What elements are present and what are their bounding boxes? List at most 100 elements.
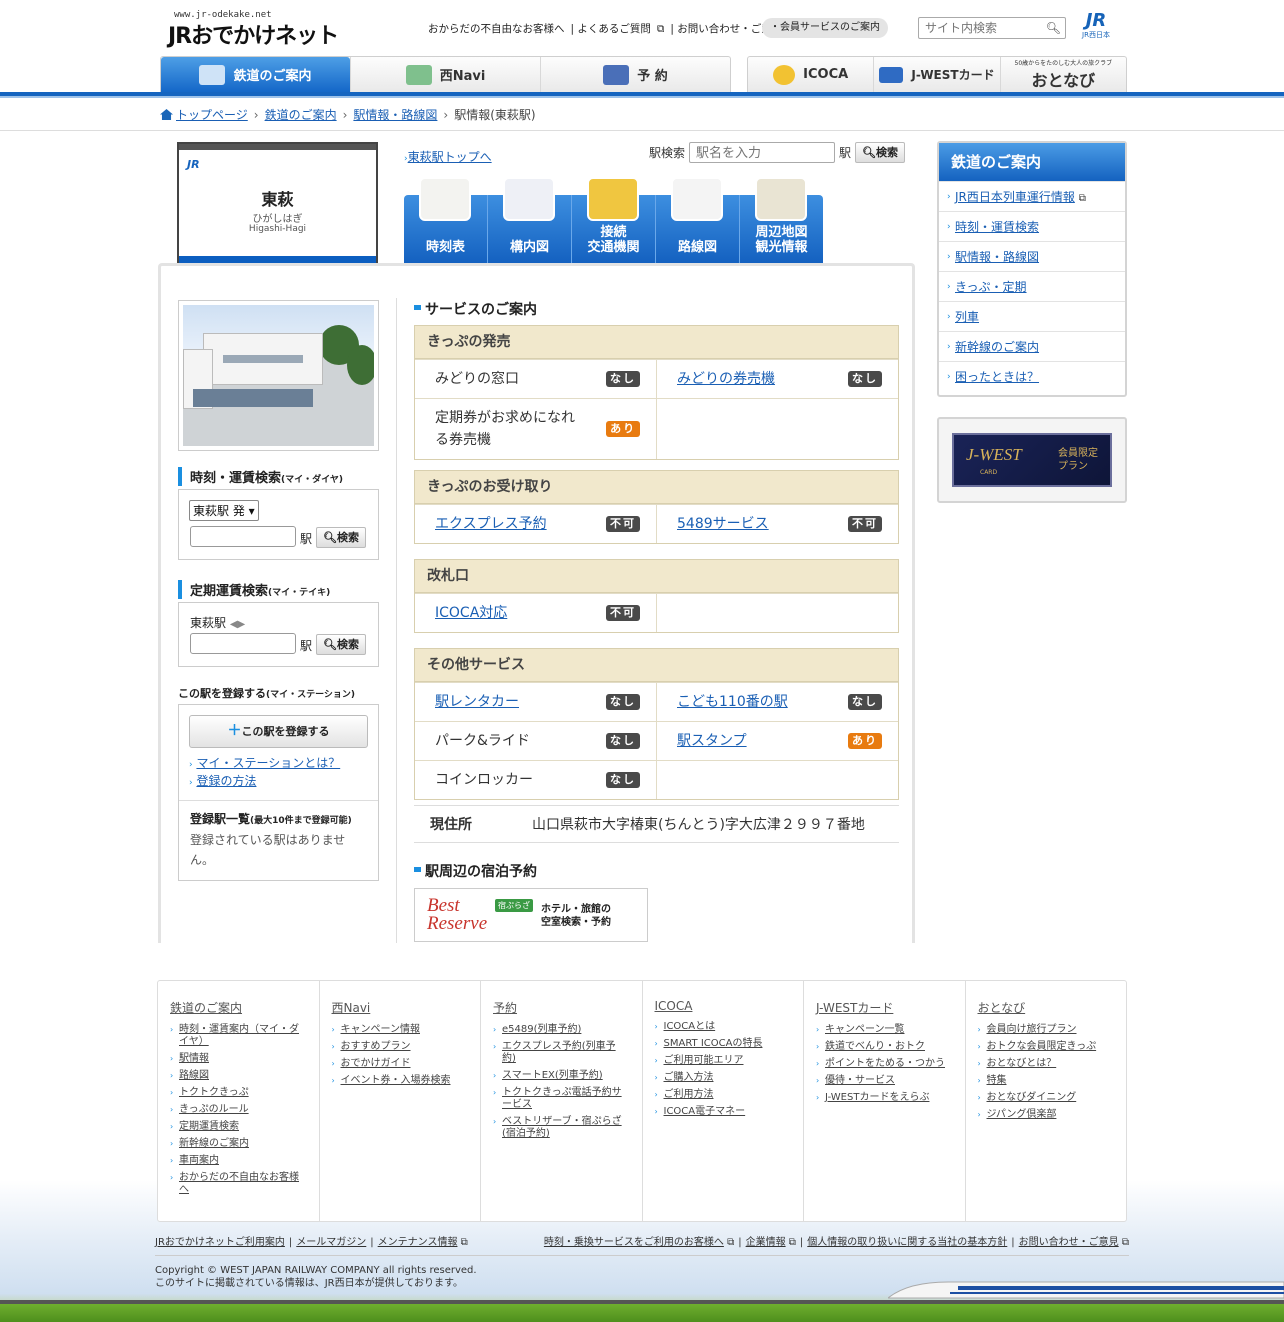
fare-destination-input[interactable] — [190, 526, 296, 547]
footer-column-title[interactable]: 西Navi — [332, 999, 481, 1016]
service-link[interactable]: 駅スタンプ — [677, 733, 747, 749]
footer-link[interactable]: › ご利用方法 — [655, 1089, 804, 1101]
tab-floor-map[interactable]: 構内図 — [487, 177, 571, 263]
swap-icon[interactable]: ◀▶ — [230, 619, 245, 630]
pass-search-button[interactable]: 🔍︎検索 — [316, 634, 366, 655]
footer-link[interactable]: › 会員向け旅行プラン — [978, 1024, 1127, 1036]
footer-link[interactable]: › イベント券・入場券検索 — [332, 1075, 481, 1087]
service-link[interactable]: ICOCA対応 — [435, 605, 507, 621]
footer-link[interactable]: › スマートEX(列車予約) — [493, 1070, 642, 1082]
tab-connections[interactable]: 接続 交通機関 — [571, 177, 655, 263]
footer-link[interactable]: › ご購入方法 — [655, 1072, 804, 1084]
footer-column-title[interactable]: おとなび — [978, 999, 1127, 1016]
my-station-link[interactable]: › マイ・ステーションとは？ — [189, 754, 340, 771]
footer-link[interactable]: › 駅情報 — [170, 1053, 319, 1065]
station-search-button[interactable]: 🔍︎検索 — [855, 142, 905, 163]
footer-link[interactable]: › 優待・サービス — [816, 1075, 965, 1087]
arrow-icon: › — [977, 1042, 981, 1051]
nav-reserve[interactable]: 予 約 — [540, 57, 730, 92]
footer-link[interactable]: › きっぷのルール — [170, 1104, 319, 1116]
register-station-button[interactable]: ＋この駅を登録する — [189, 715, 368, 748]
breadcrumb-railway[interactable]: 鉄道のご案内 — [265, 108, 337, 122]
footer-link[interactable]: › ジパング倶楽部 — [978, 1109, 1127, 1121]
tab-timetable[interactable]: 時刻表 — [404, 177, 487, 263]
footer-guide-link[interactable]: JRおでかけネットご利用案内 — [155, 1237, 285, 1248]
service-link[interactable]: みどりの券売機 — [677, 371, 775, 387]
footer-link[interactable]: › 新幹線のご案内 — [170, 1138, 319, 1150]
footer-link[interactable]: › ベストリザーブ・宿ぷらざ(宿泊予約) — [493, 1116, 642, 1140]
right-menu-item[interactable]: › 困ったときは？ — [939, 361, 1125, 391]
util-link-faq[interactable]: よくあるご質問 — [577, 23, 651, 35]
footer-link[interactable]: › e5489(列車予約) — [493, 1024, 642, 1036]
footer-link[interactable]: › SMART ICOCAの特長 — [655, 1038, 804, 1050]
register-how-link[interactable]: › 登録の方法 — [189, 772, 256, 789]
search-icon[interactable]: 🔍︎ — [1046, 21, 1061, 35]
footer-mail-link[interactable]: メールマガジン — [296, 1237, 366, 1248]
member-services-button[interactable]: ・会員サービスのご案内 — [762, 18, 888, 38]
footer-column-title[interactable]: 鉄道のご案内 — [170, 999, 319, 1016]
footer-link[interactable]: › 路線図 — [170, 1070, 319, 1082]
footer-link[interactable]: › 鉄道でべんり・おトク — [816, 1041, 965, 1053]
right-menu-item[interactable]: › 新幹線のご案内 — [939, 331, 1125, 361]
footer-link[interactable]: › おでかけガイド — [332, 1058, 481, 1070]
service-coin-locker: コインロッカー なし — [415, 761, 656, 799]
service-link[interactable]: エクスプレス予約 — [435, 516, 547, 532]
footer-transfer-link[interactable]: 時刻・乗換サービスをご利用のお客様へ — [544, 1237, 724, 1248]
service-link[interactable]: 5489サービス — [677, 516, 769, 532]
footer-link[interactable]: › 車両案内 — [170, 1155, 319, 1167]
footer-link[interactable]: › エクスプレス予約(列車予約) — [493, 1041, 642, 1065]
nav-icoca[interactable]: ICOCA — [748, 57, 873, 92]
footer-privacy-link[interactable]: 個人情報の取り扱いに関する当社の基本方針 — [807, 1237, 1007, 1248]
right-menu-item[interactable]: › 駅情報・路線図 — [939, 241, 1125, 271]
footer-link[interactable]: › トクトクきっぷ — [170, 1087, 319, 1099]
footer-link[interactable]: › おとなびとは？ — [978, 1058, 1127, 1070]
service-link[interactable]: 駅レンタカー — [435, 694, 519, 710]
right-menu-item[interactable]: › JR西日本列車運行情報 ⧉ — [939, 181, 1125, 211]
util-link-accessibility[interactable]: おからだの不自由なお客様へ — [428, 23, 565, 35]
footer-column-title[interactable]: ICOCA — [655, 999, 804, 1013]
site-logo[interactable]: JRおでかけネット — [168, 18, 339, 50]
footer-link[interactable]: › J-WESTカードをえらぶ — [816, 1092, 965, 1104]
site-search-input[interactable] — [919, 18, 1039, 38]
fare-search-button[interactable]: 🔍︎検索 — [316, 527, 366, 548]
nav-jwest-card[interactable]: J-WESTカード — [873, 57, 999, 92]
footer-link-label: 車両案内 — [179, 1155, 219, 1166]
footer-link[interactable]: › おとなびダイニング — [978, 1092, 1127, 1104]
footer-column-title[interactable]: J-WESTカード — [816, 999, 965, 1016]
footer-link[interactable]: › キャンペーン情報 — [332, 1024, 481, 1036]
nav-railway[interactable]: 鉄道のご案内 — [161, 57, 350, 92]
right-menu-item[interactable]: › 時刻・運賃検索 — [939, 211, 1125, 241]
nav-nishinavi[interactable]: 西Navi — [350, 57, 540, 92]
right-menu-item[interactable]: › 列車 — [939, 301, 1125, 331]
tab-area-map[interactable]: 周辺地図 観光情報 — [739, 177, 823, 263]
pass-destination-input[interactable] — [190, 633, 296, 654]
right-menu-item[interactable]: › きっぷ・定期 — [939, 271, 1125, 301]
nav-otonavi[interactable]: 50歳からをたのしむ大人の旅クラブ おとなび — [999, 57, 1126, 92]
footer-maintenance-link[interactable]: メンテナンス情報 — [378, 1237, 458, 1248]
service-link[interactable]: こども110番の駅 — [677, 694, 788, 710]
best-reserve-banner[interactable]: Best Reserve 宿ぷらざ ホテル・旅館の 空室検索・予約 — [414, 888, 648, 942]
footer-link[interactable]: › ポイントをためる・つかう — [816, 1058, 965, 1070]
footer-column-title[interactable]: 予約 — [493, 999, 642, 1016]
footer-link[interactable]: › 時刻・運賃案内（マイ・ダイヤ） — [170, 1024, 319, 1048]
footer-link[interactable]: › ICOCA電子マネー — [655, 1106, 804, 1118]
footer-company-link[interactable]: 企業情報 — [746, 1237, 786, 1248]
footer-link[interactable]: › キャンペーン一覧 — [816, 1024, 965, 1036]
station-search-input[interactable] — [689, 142, 836, 163]
breadcrumb-top[interactable]: トップページ — [176, 108, 248, 122]
footer-link[interactable]: › ICOCAとは — [655, 1021, 804, 1033]
footer-link[interactable]: › おすすめプラン — [332, 1041, 481, 1053]
footer-link[interactable]: › おトクな会員限定きっぷ — [978, 1041, 1127, 1053]
footer-link[interactable]: › 特集 — [978, 1075, 1127, 1087]
footer-link[interactable]: › トクトクきっぷ電話予約サービス — [493, 1087, 642, 1111]
footer-contact-link[interactable]: お問い合わせ・ご意見 — [1019, 1237, 1119, 1248]
station-top-link[interactable]: ›東萩駅トップへ — [404, 148, 492, 165]
footer-link[interactable]: › おからだの不自由なお客様へ — [170, 1172, 319, 1196]
departure-select[interactable]: 東萩駅 発 ▾ — [189, 500, 259, 521]
jr-west-logo[interactable]: JR JR西日本 — [1076, 10, 1116, 44]
footer-link[interactable]: › 定期運賃検索 — [170, 1121, 319, 1133]
tab-route-map[interactable]: 路線図 — [655, 177, 739, 263]
breadcrumb-station-info[interactable]: 駅情報・路線図 — [353, 108, 437, 122]
footer-link[interactable]: › ご利用可能エリア — [655, 1055, 804, 1067]
jwest-card-banner[interactable]: J-WEST CARD 会員限定 プラン — [937, 417, 1127, 503]
